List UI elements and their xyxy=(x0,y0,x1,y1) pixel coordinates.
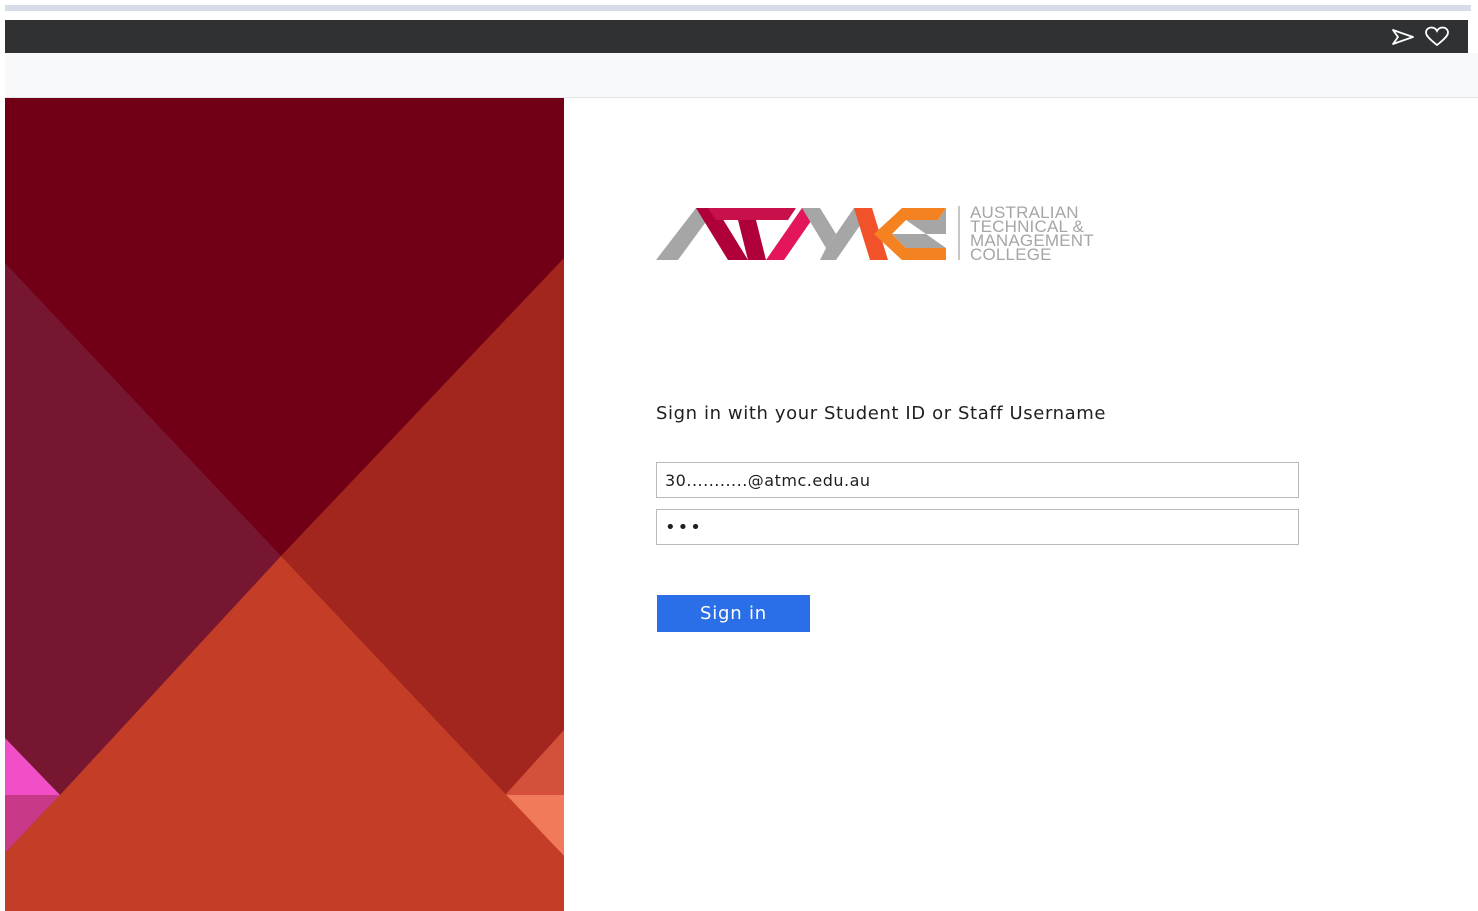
heart-icon[interactable] xyxy=(1424,25,1450,49)
decorative-background-panel xyxy=(5,98,564,911)
sign-in-heading: Sign in with your Student ID or Staff Us… xyxy=(656,403,1107,424)
college-name-line: COLLEGE xyxy=(970,245,1052,264)
sign-in-button[interactable]: Sign in xyxy=(657,595,810,632)
address-bar-area xyxy=(5,53,1478,98)
scroll-indicator xyxy=(5,5,1471,11)
login-page: AUSTRALIAN TECHNICAL & MANAGEMENT COLLEG… xyxy=(0,0,1478,911)
window-top-strip xyxy=(0,0,1478,19)
username-input[interactable] xyxy=(656,462,1299,498)
geometric-pattern xyxy=(5,98,564,911)
toolbar-icons xyxy=(1390,25,1450,49)
login-form-panel: AUSTRALIAN TECHNICAL & MANAGEMENT COLLEG… xyxy=(564,98,1478,911)
college-name: AUSTRALIAN TECHNICAL & MANAGEMENT COLLEG… xyxy=(970,204,1094,264)
password-input[interactable] xyxy=(656,509,1299,545)
send-icon[interactable] xyxy=(1390,25,1416,49)
browser-toolbar xyxy=(5,20,1468,53)
